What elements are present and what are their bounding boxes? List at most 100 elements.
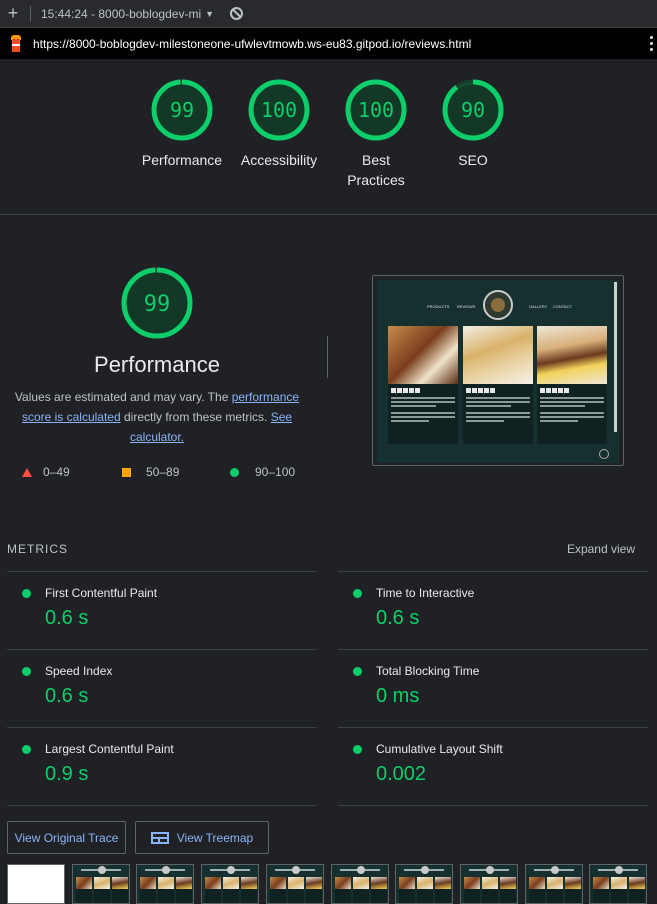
gauge-accessibility[interactable]: 100 Accessibility <box>229 78 329 170</box>
pass-dot-icon <box>22 667 31 676</box>
score-ring: 99 <box>121 267 193 339</box>
score-label: Performance <box>141 152 223 168</box>
metric-speed-index: Speed Index 0.6 s <box>7 649 317 727</box>
screenshot-scrollbar <box>614 282 617 432</box>
review-card <box>537 326 607 444</box>
filmstrip-frame <box>459 864 518 904</box>
vertical-divider <box>327 336 328 378</box>
metrics-divider <box>338 805 648 806</box>
screenshot-image: PRODUCTS REVIEWS GALLERY CONTACT <box>377 280 619 463</box>
screenshot-nav-item: REVIEWS <box>457 304 476 309</box>
score-ring: 99 <box>151 79 213 141</box>
orange-square-icon <box>122 467 131 477</box>
performance-description: Values are estimated and may vary. The p… <box>10 387 304 447</box>
review-card <box>388 326 458 444</box>
url-bar: https://8000-boblogdev-milestoneone-ufwl… <box>0 28 657 59</box>
star-rating <box>466 388 533 393</box>
caret-down-icon[interactable]: ▼ <box>205 9 214 19</box>
no-entry-icon[interactable] <box>230 7 244 20</box>
green-circle-icon <box>230 467 239 477</box>
legend-fail: 0–49 <box>22 465 70 479</box>
filmstrip-frame <box>589 864 648 904</box>
treemap-icon <box>150 831 169 844</box>
filmstrip-frame <box>201 864 260 904</box>
score-label: Accessibility <box>240 152 318 168</box>
performance-title: Performance <box>94 352 220 377</box>
report-tab-title[interactable]: 15:44:24 - 8000-boblogdev-mi <box>41 7 201 21</box>
filmstrip-frame <box>330 864 389 904</box>
pass-dot-icon <box>22 745 31 754</box>
legend-label: 50–89 <box>146 465 180 479</box>
review-card <box>463 326 533 444</box>
review-photo <box>537 326 607 384</box>
gauge-seo[interactable]: 90 SEO <box>423 78 523 170</box>
category-scores: 99 Performance 100 Accessibility 100 Bes… <box>0 78 657 198</box>
score-label: SEO <box>458 152 488 168</box>
score-ring: 90 <box>442 79 504 141</box>
metric-label: Time to Interactive <box>376 586 475 600</box>
filmstrip-frame <box>395 864 454 904</box>
description-text: Values are estimated and may vary. The <box>14 390 232 404</box>
filmstrip-frame <box>265 864 324 904</box>
metrics-divider <box>7 805 317 806</box>
score-label: Best Practices <box>347 152 405 188</box>
score-value: 100 <box>358 98 394 122</box>
score-legend: 0–49 50–89 90–100 <box>0 465 320 481</box>
metric-value: 0.6 s <box>45 685 89 707</box>
kebab-menu-icon[interactable] <box>650 36 653 51</box>
screenshot-nav-item: PRODUCTS <box>427 304 450 309</box>
metrics-header: METRICS Expand view <box>7 542 635 558</box>
view-treemap-label: View Treemap <box>176 830 254 845</box>
score-ring: 100 <box>345 79 407 141</box>
red-triangle-icon <box>22 467 32 477</box>
score-value: 100 <box>261 98 297 122</box>
view-treemap-button[interactable]: View Treemap <box>135 821 269 854</box>
description-text: directly from these metrics. <box>120 410 271 424</box>
legend-label: 90–100 <box>255 465 296 479</box>
gauge-best-practices[interactable]: 100 Best Practices <box>326 78 426 190</box>
metric-label: Cumulative Layout Shift <box>376 742 503 756</box>
metric-value: 0 ms <box>376 685 420 707</box>
view-original-trace-button[interactable]: View Original Trace <box>7 821 126 854</box>
review-photo <box>463 326 533 384</box>
metric-total-blocking-time: Total Blocking Time 0 ms <box>338 649 648 727</box>
review-photo <box>388 326 458 384</box>
metric-label: Largest Contentful Paint <box>45 742 174 756</box>
review-text-lines <box>391 397 455 422</box>
metric-largest-contentful-paint: Largest Contentful Paint 0.9 s <box>7 727 317 805</box>
pass-dot-icon <box>353 745 362 754</box>
legend-average: 50–89 <box>122 465 179 479</box>
legend-label: 0–49 <box>43 465 70 479</box>
metric-value: 0.6 s <box>376 607 420 629</box>
new-tab-button[interactable]: + <box>2 3 24 24</box>
metric-value: 0.002 <box>376 763 427 785</box>
pass-dot-icon <box>353 667 362 676</box>
metrics-title: METRICS <box>7 542 68 556</box>
metric-time-to-interactive: Time to Interactive 0.6 s <box>338 571 648 649</box>
tab-divider <box>30 5 31 22</box>
back-to-top-icon <box>599 449 609 459</box>
performance-gauge: 99 <box>120 266 194 345</box>
metric-value: 0.6 s <box>45 607 89 629</box>
filmstrip-frame <box>71 864 130 904</box>
metric-label: Total Blocking Time <box>376 664 480 678</box>
metric-label: Speed Index <box>45 664 113 678</box>
filmstrip-frame <box>524 864 583 904</box>
filmstrip <box>7 864 657 904</box>
expand-view-toggle[interactable]: Expand view <box>567 542 635 556</box>
metric-label: First Contentful Paint <box>45 586 158 600</box>
review-text-lines <box>540 397 604 422</box>
page-url[interactable]: https://8000-boblogdev-milestoneone-ufwl… <box>33 37 471 51</box>
filmstrip-frame <box>7 864 65 904</box>
site-logo <box>483 290 513 320</box>
score-value: 90 <box>461 98 485 122</box>
score-value: 99 <box>170 98 194 122</box>
final-screenshot[interactable]: PRODUCTS REVIEWS GALLERY CONTACT <box>372 275 624 466</box>
gauge-performance[interactable]: 99 Performance <box>132 78 232 170</box>
screenshot-nav-item: GALLERY <box>529 304 548 309</box>
tab-bar: + 15:44:24 - 8000-boblogdev-mi ▼ <box>0 0 657 28</box>
star-rating <box>391 388 458 393</box>
pass-dot-icon <box>353 589 362 598</box>
screenshot-nav-item: CONTACT <box>553 304 573 309</box>
section-divider <box>0 214 657 215</box>
